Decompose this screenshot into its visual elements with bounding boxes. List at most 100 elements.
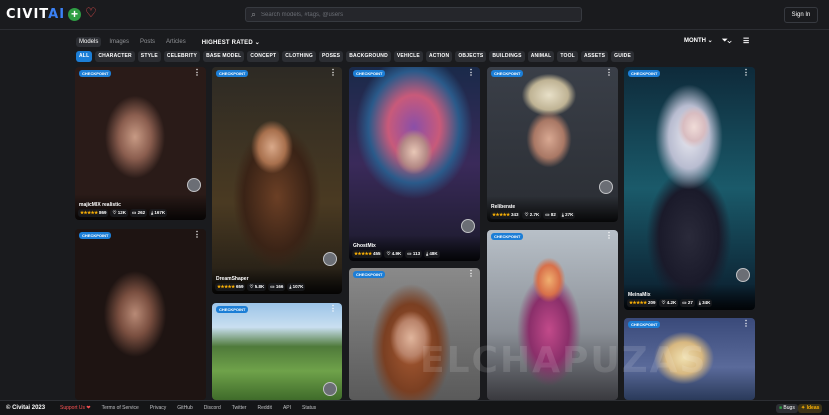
avatar[interactable] — [323, 252, 337, 266]
heart-icon[interactable]: ♡ — [84, 6, 98, 20]
model-card[interactable]: CHECKPOINT ⋮ — [212, 303, 342, 400]
chip-style[interactable]: STYLE — [137, 51, 161, 62]
search-bar[interactable]: ⌕ — [245, 7, 582, 22]
comment-icon: ▭ — [407, 251, 412, 256]
model-card[interactable]: CHECKPOINT ⋮ — [75, 229, 206, 400]
model-card[interactable]: CHECKPOINT ⋮ majicMIX realistic ★★★★★ 86… — [75, 67, 206, 220]
footer-link-github[interactable]: GitHub — [177, 405, 193, 411]
heart-icon: ♡ — [524, 212, 529, 217]
more-options-icon[interactable]: ⋮ — [467, 270, 475, 278]
more-options-icon[interactable]: ⋮ — [742, 69, 750, 77]
comments-stat: ▭ 262 — [130, 209, 148, 217]
rating-stat: ★★★★★ 343 — [490, 211, 521, 219]
checkpoint-badge: CHECKPOINT — [79, 232, 112, 239]
chevron-down-icon: ⌄ — [254, 39, 260, 46]
chip-action[interactable]: ACTION — [425, 51, 453, 62]
avatar[interactable] — [323, 382, 337, 396]
chip-character[interactable]: CHARACTER — [95, 51, 135, 62]
rating-stat: ★★★★★ 659 — [215, 283, 246, 291]
more-options-icon[interactable]: ⋮ — [329, 69, 337, 77]
sort-dropdown[interactable]: HIGHEST RATED ⌄ — [202, 39, 260, 46]
checkpoint-badge: CHECKPOINT — [491, 233, 524, 240]
rating-stat: ★★★★★ 869 — [78, 209, 109, 217]
comment-icon: ▭ — [270, 284, 275, 289]
more-options-icon[interactable]: ⋮ — [605, 69, 613, 77]
chip-celebrity[interactable]: CELEBRITY — [163, 51, 201, 62]
comments-stat: ▭ 82 — [543, 211, 558, 219]
chip-guide[interactable]: GUIDE — [611, 51, 635, 62]
footer-link-status[interactable]: Status — [302, 405, 316, 411]
tab-articles[interactable]: Articles — [163, 37, 189, 47]
chip-assets[interactable]: ASSETS — [580, 51, 609, 62]
checkpoint-badge: CHECKPOINT — [79, 70, 112, 77]
chevron-down-icon: ⌄ — [707, 38, 713, 44]
model-card[interactable]: CHECKPOINT ⋮ GhostMix ★★★★★ 455 ♡ 4.9K ▭… — [349, 67, 480, 261]
downloads-stat: ⤓ 27K — [559, 211, 576, 219]
chip-base-model[interactable]: BASE MODEL — [203, 51, 245, 62]
chip-clothing[interactable]: CLOTHING — [282, 51, 316, 62]
copyright-text: © Civitai 2023 — [6, 405, 46, 411]
chip-all[interactable]: ALL — [76, 51, 93, 62]
more-options-icon[interactable]: ⋮ — [605, 232, 613, 240]
chip-poses[interactable]: POSES — [318, 51, 344, 62]
more-options-icon[interactable]: ⋮ — [742, 320, 750, 328]
model-stats: ★★★★★ 659 ♡ 5.8K ▭ 166 ⤓ 107K — [215, 283, 306, 291]
footer: © Civitai 2023 Support Us ❤ Terms of Ser… — [0, 400, 829, 415]
model-name: MeinaMix — [628, 292, 651, 298]
content-tabs: Models Images Posts Articles HIGHEST RAT… — [76, 36, 260, 48]
sign-in-button[interactable]: Sign In — [784, 7, 818, 23]
checkpoint-badge: CHECKPOINT — [353, 271, 386, 278]
more-options-icon[interactable]: ⋮ — [467, 69, 475, 77]
model-stats: ★★★★★ 455 ♡ 4.9K ▭ 113 ⤓ 48K — [352, 250, 440, 258]
footer-link-twitter[interactable]: Twitter — [232, 405, 247, 411]
avatar[interactable] — [736, 268, 750, 282]
chip-tool[interactable]: TOOL — [557, 51, 578, 62]
create-plus-icon[interactable]: + — [68, 8, 81, 21]
comment-icon: ▭ — [132, 210, 137, 215]
footer-link-reddit[interactable]: Reddit — [257, 405, 271, 411]
heart-icon: ♡ — [112, 210, 117, 215]
bugs-button[interactable]: ■ Bugs — [776, 404, 798, 413]
chip-animal[interactable]: ANIMAL — [527, 51, 555, 62]
footer-link-discord[interactable]: Discord — [204, 405, 221, 411]
tab-models[interactable]: Models — [76, 37, 102, 47]
tab-images[interactable]: Images — [106, 37, 132, 47]
model-name: DreamShaper — [216, 276, 249, 282]
checkpoint-badge: CHECKPOINT — [628, 321, 661, 328]
likes-stat: ♡ 12K — [110, 209, 129, 217]
heart-icon: ♡ — [661, 300, 666, 305]
more-options-icon[interactable]: ⋮ — [193, 69, 201, 77]
footer-link-api[interactable]: API — [283, 405, 291, 411]
comments-stat: ▭ 113 — [405, 250, 423, 258]
footer-link-privacy[interactable]: Privacy — [150, 405, 166, 411]
avatar[interactable] — [599, 180, 613, 194]
comments-stat: ▭ 27 — [680, 299, 695, 307]
period-dropdown[interactable]: MONTH ⌄ — [684, 37, 713, 44]
chip-background[interactable]: BACKGROUND — [346, 51, 391, 62]
chip-concept[interactable]: CONCEPT — [247, 51, 280, 62]
likes-stat: ♡ 2.7K — [522, 211, 542, 219]
avatar[interactable] — [461, 219, 475, 233]
comments-stat: ▭ 166 — [268, 283, 286, 291]
avatar[interactable] — [187, 178, 201, 192]
chip-buildings[interactable]: BUILDINGS — [489, 51, 525, 62]
model-stats: ★★★★★ 869 ♡ 12K ▭ 262 ⤓ 167K — [78, 209, 168, 217]
more-options-icon[interactable]: ⋮ — [193, 231, 201, 239]
search-input[interactable] — [261, 8, 571, 21]
layout-icon[interactable]: ☰ — [743, 37, 749, 45]
model-card[interactable]: CHECKPOINT ⋮ DreamShaper ★★★★★ 659 ♡ 5.8… — [212, 67, 342, 294]
checkpoint-badge: CHECKPOINT — [216, 306, 249, 313]
model-card[interactable]: CHECKPOINT ⋮ Reliberate ★★★★★ 343 ♡ 2.7K… — [487, 67, 618, 222]
footer-link-terms[interactable]: Terms of Service — [102, 405, 139, 411]
civitai-logo[interactable]: CIVITAI — [6, 7, 65, 22]
chip-vehicle[interactable]: VEHICLE — [393, 51, 423, 62]
tab-posts[interactable]: Posts — [137, 37, 158, 47]
likes-stat: ♡ 5.8K — [247, 283, 267, 291]
ideas-button[interactable]: ✦ Ideas — [798, 404, 823, 413]
chip-objects[interactable]: OBJECTS — [455, 51, 487, 62]
footer-link-support[interactable]: Support Us ❤ — [60, 405, 91, 411]
model-name: GhostMix — [353, 243, 376, 249]
model-card[interactable]: CHECKPOINT ⋮ MeinaMix ★★★★★ 209 ♡ 4.2K ▭… — [624, 67, 755, 310]
filter-icon[interactable]: ⏷⌄ — [722, 37, 731, 45]
more-options-icon[interactable]: ⋮ — [329, 305, 337, 313]
